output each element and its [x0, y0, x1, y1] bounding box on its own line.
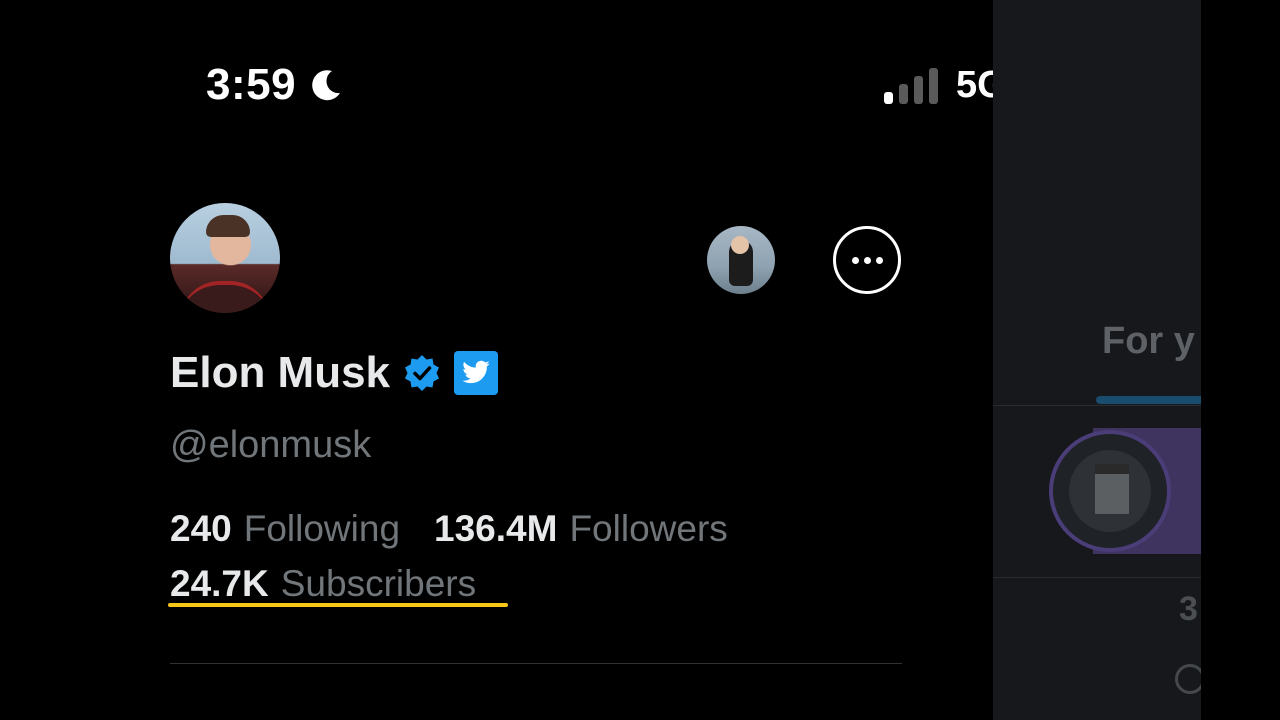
following-stat[interactable]: 240 Following	[170, 508, 400, 550]
status-time: 3:59	[206, 60, 346, 110]
following-label: Following	[243, 508, 401, 549]
subscribers-count: 24.7K	[170, 563, 269, 604]
subscribers-label: Subscribers	[280, 563, 477, 604]
more-dot-icon	[863, 256, 871, 264]
subscribers-stat[interactable]: 24.7K Subscribers	[170, 563, 476, 605]
screen: 3:59 5G Elon Musk @elonmusk 240 Followin…	[0, 0, 1280, 720]
more-dot-icon	[851, 256, 859, 264]
post-count: 3	[1179, 590, 1198, 628]
screen-edge	[1201, 0, 1280, 720]
moon-icon	[312, 70, 341, 101]
profile-avatar[interactable]	[170, 203, 280, 313]
followers-label: Followers	[569, 508, 728, 549]
twitter-bird-icon[interactable]	[454, 351, 499, 395]
post-avatar[interactable]	[1049, 430, 1171, 552]
more-options-button[interactable]	[833, 226, 901, 294]
verified-badge-icon[interactable]	[402, 353, 442, 393]
active-tab-indicator	[1096, 396, 1201, 404]
display-name[interactable]: Elon Musk	[170, 348, 390, 398]
followers-count: 136.4M	[434, 508, 558, 549]
timeline-background[interactable]: For y 3	[993, 0, 1201, 720]
timeline-divider	[993, 577, 1201, 578]
followers-stat[interactable]: 136.4M Followers	[434, 508, 728, 550]
switch-account-avatar[interactable]	[707, 226, 775, 294]
time-label: 3:59	[206, 60, 297, 109]
tab-for-you[interactable]: For y	[1102, 320, 1195, 363]
reply-icon[interactable]	[1175, 664, 1201, 694]
signal-icon	[884, 67, 938, 104]
section-divider	[170, 663, 902, 664]
profile-handle: @elonmusk	[170, 424, 372, 466]
more-dot-icon	[875, 256, 883, 264]
following-count: 240	[170, 508, 232, 549]
name-row: Elon Musk	[170, 348, 499, 398]
timeline-divider	[993, 405, 1201, 406]
highlight-underline	[168, 603, 508, 607]
follow-stats: 240 Following 136.4M Followers	[170, 508, 728, 550]
